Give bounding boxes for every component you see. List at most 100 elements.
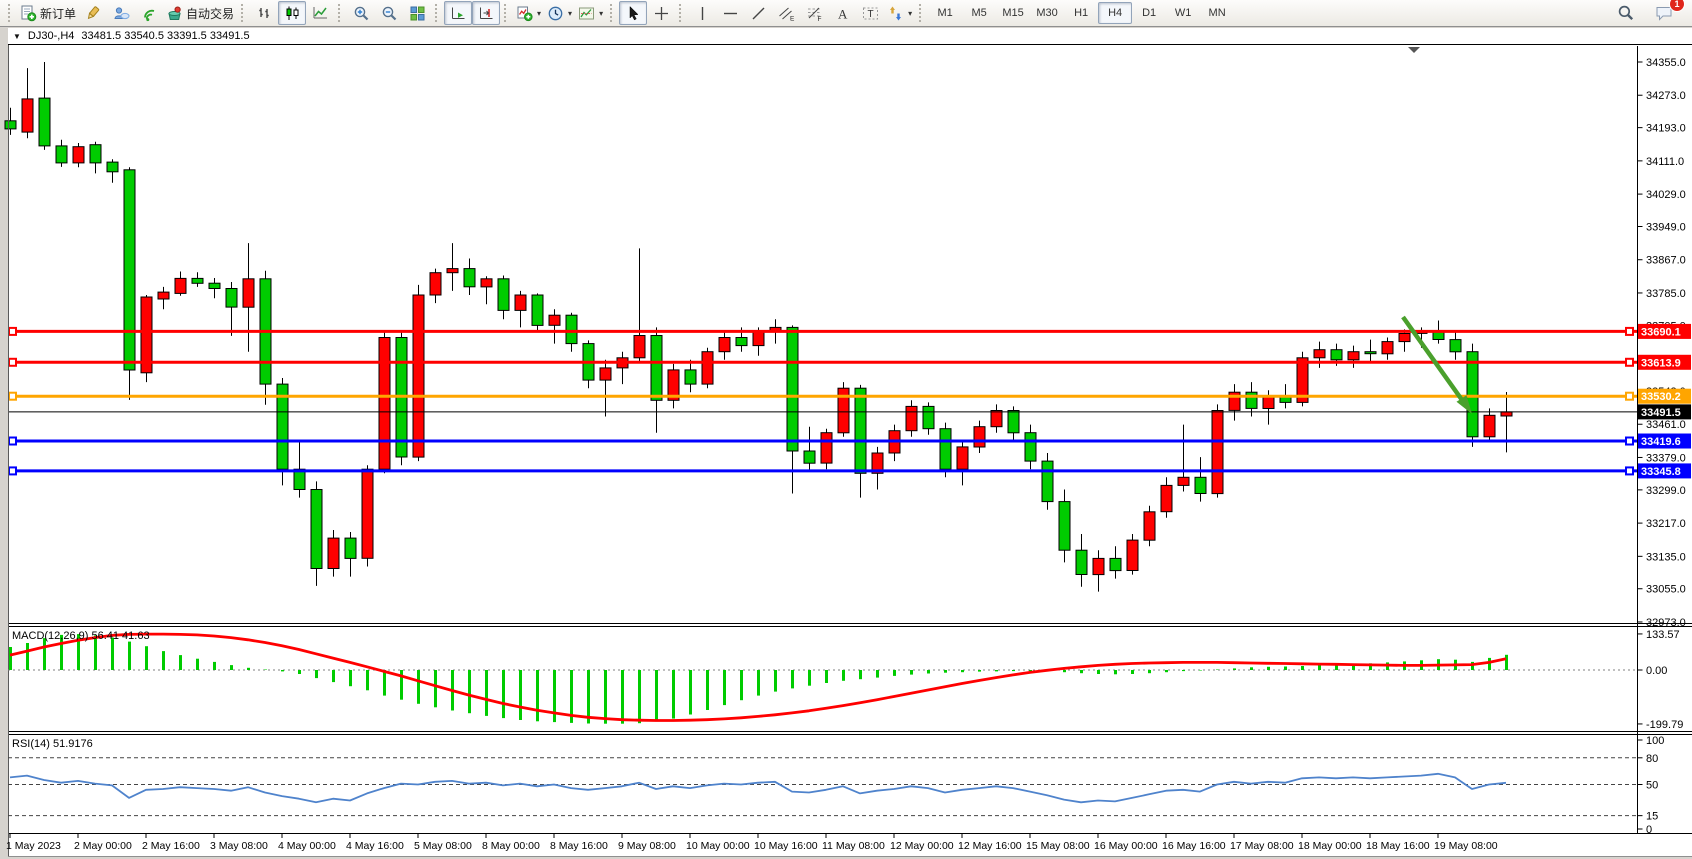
chart-dropdown-icon[interactable]: ▼ [13, 32, 21, 41]
svg-text:33491.5: 33491.5 [1641, 407, 1681, 419]
crosshair-button[interactable] [647, 1, 675, 25]
periods-clock-icon [547, 5, 564, 22]
line-chart-button[interactable] [306, 1, 334, 25]
candle [1144, 512, 1155, 540]
toolbar-gripper[interactable] [504, 4, 509, 22]
chart-ohlc-readout: 33481.5 33540.5 33391.5 33491.5 [81, 30, 249, 42]
level-line-handle[interactable] [9, 328, 16, 335]
templates-button[interactable]: ▾ [575, 1, 606, 25]
notifications-button[interactable]: 1 [1650, 1, 1678, 25]
candle [379, 338, 390, 470]
candle [1042, 461, 1053, 502]
svg-text:33867.0: 33867.0 [1646, 255, 1686, 267]
crayon-icon [85, 5, 102, 22]
trendline-button[interactable] [744, 1, 772, 25]
chart-title-bar[interactable]: ▼ DJ30-,H4 33481.5 33540.5 33391.5 33491… [8, 28, 1692, 45]
timeframe-m15-button[interactable]: M15 [996, 2, 1030, 24]
level-line-handle[interactable] [9, 438, 16, 445]
candle [719, 338, 730, 352]
arrows-tool-button[interactable]: ▾ [884, 1, 915, 25]
cursor-icon [625, 5, 642, 22]
level-line-handle[interactable] [1626, 393, 1633, 400]
templates-dropdown-caret[interactable]: ▾ [599, 9, 603, 18]
svg-text:16 May 00:00: 16 May 00:00 [1094, 840, 1158, 852]
level-line-handle[interactable] [1626, 467, 1633, 474]
timeframe-d1-button[interactable]: D1 [1132, 2, 1166, 24]
notification-badge: 1 [1669, 0, 1685, 12]
crayon-button[interactable] [79, 1, 107, 25]
indicators-dropdown-caret[interactable]: ▾ [537, 9, 541, 18]
level-line-handle[interactable] [1626, 359, 1633, 366]
equidistant-channel-icon: E [778, 5, 795, 22]
candle [345, 538, 356, 558]
svg-text:10 May 16:00: 10 May 16:00 [754, 840, 818, 852]
candle [1161, 485, 1172, 511]
toolbar-gripper[interactable] [338, 4, 343, 22]
periods-clock-dropdown-caret[interactable]: ▾ [568, 9, 572, 18]
auto-scroll-icon [450, 5, 467, 22]
label-tool-button[interactable]: T [856, 1, 884, 25]
candle [1348, 352, 1359, 360]
toolbar-gripper[interactable] [8, 4, 13, 22]
svg-text:-199.79: -199.79 [1646, 719, 1683, 731]
candle [1178, 477, 1189, 485]
timeframe-w1-button[interactable]: W1 [1166, 2, 1200, 24]
svg-text:12 May 00:00: 12 May 00:00 [890, 840, 954, 852]
horizontal-line-button[interactable] [716, 1, 744, 25]
level-line-handle[interactable] [9, 359, 16, 366]
timeframe-m1-button[interactable]: M1 [928, 2, 962, 24]
tile-windows-button[interactable] [403, 1, 431, 25]
toolbar-gripper[interactable] [241, 4, 246, 22]
candle [532, 295, 543, 325]
zoom-out-button[interactable] [375, 1, 403, 25]
candlestick-button[interactable] [278, 1, 306, 25]
timeframe-mn-button[interactable]: MN [1200, 2, 1234, 24]
signal-button[interactable] [135, 1, 163, 25]
periods-clock-button[interactable]: ▾ [544, 1, 575, 25]
toolbar-gripper[interactable] [679, 4, 684, 22]
new-order-button[interactable]: 新订单 [17, 1, 79, 25]
equidistant-channel-button[interactable]: E [772, 1, 800, 25]
candle [549, 315, 560, 325]
zoom-in-button[interactable] [347, 1, 375, 25]
timeframe-h4-button[interactable]: H4 [1098, 2, 1132, 24]
chart-shift-button[interactable] [472, 1, 500, 25]
indicators-button[interactable]: ▾ [513, 1, 544, 25]
fibonacci-button[interactable]: F [800, 1, 828, 25]
svg-text:80: 80 [1646, 753, 1658, 765]
chart-shift-icon [478, 5, 495, 22]
toolbar-gripper[interactable] [919, 4, 924, 22]
svg-text:F: F [817, 16, 821, 22]
auto-scroll-button[interactable] [444, 1, 472, 25]
arrows-tool-dropdown-caret[interactable]: ▾ [908, 9, 912, 18]
new-order-icon [20, 5, 37, 22]
level-line-handle[interactable] [9, 393, 16, 400]
level-line-handle[interactable] [9, 467, 16, 474]
vertical-line-button[interactable] [688, 1, 716, 25]
level-line-handle[interactable] [1626, 438, 1633, 445]
candle [1501, 412, 1512, 416]
horizontal-line-icon [722, 5, 739, 22]
zoom-out-icon [381, 5, 398, 22]
bar-chart-button[interactable] [250, 1, 278, 25]
candle [991, 411, 1002, 427]
candle [362, 469, 373, 558]
chart-canvas[interactable]: 34355.034273.034193.034111.034029.033949… [0, 0, 1692, 859]
timeframe-m5-button[interactable]: M5 [962, 2, 996, 24]
timeframe-m30-button[interactable]: M30 [1030, 2, 1064, 24]
zoom-in-icon [353, 5, 370, 22]
candle [1314, 350, 1325, 358]
svg-text:34111.0: 34111.0 [1646, 156, 1684, 168]
autotrading-icon [166, 5, 183, 22]
toolbar-gripper[interactable] [610, 4, 615, 22]
svg-text:33530.2: 33530.2 [1641, 391, 1681, 403]
toolbar-gripper[interactable] [435, 4, 440, 22]
cursor-button[interactable] [619, 1, 647, 25]
cloud-user-button[interactable] [107, 1, 135, 25]
level-line-handle[interactable] [1626, 328, 1633, 335]
search-button[interactable] [1612, 1, 1640, 25]
autotrading-button[interactable]: 自动交易 [163, 1, 237, 25]
timeframe-h1-button[interactable]: H1 [1064, 2, 1098, 24]
text-tool-button[interactable]: A [828, 1, 856, 25]
svg-text:9 May 08:00: 9 May 08:00 [618, 840, 676, 852]
